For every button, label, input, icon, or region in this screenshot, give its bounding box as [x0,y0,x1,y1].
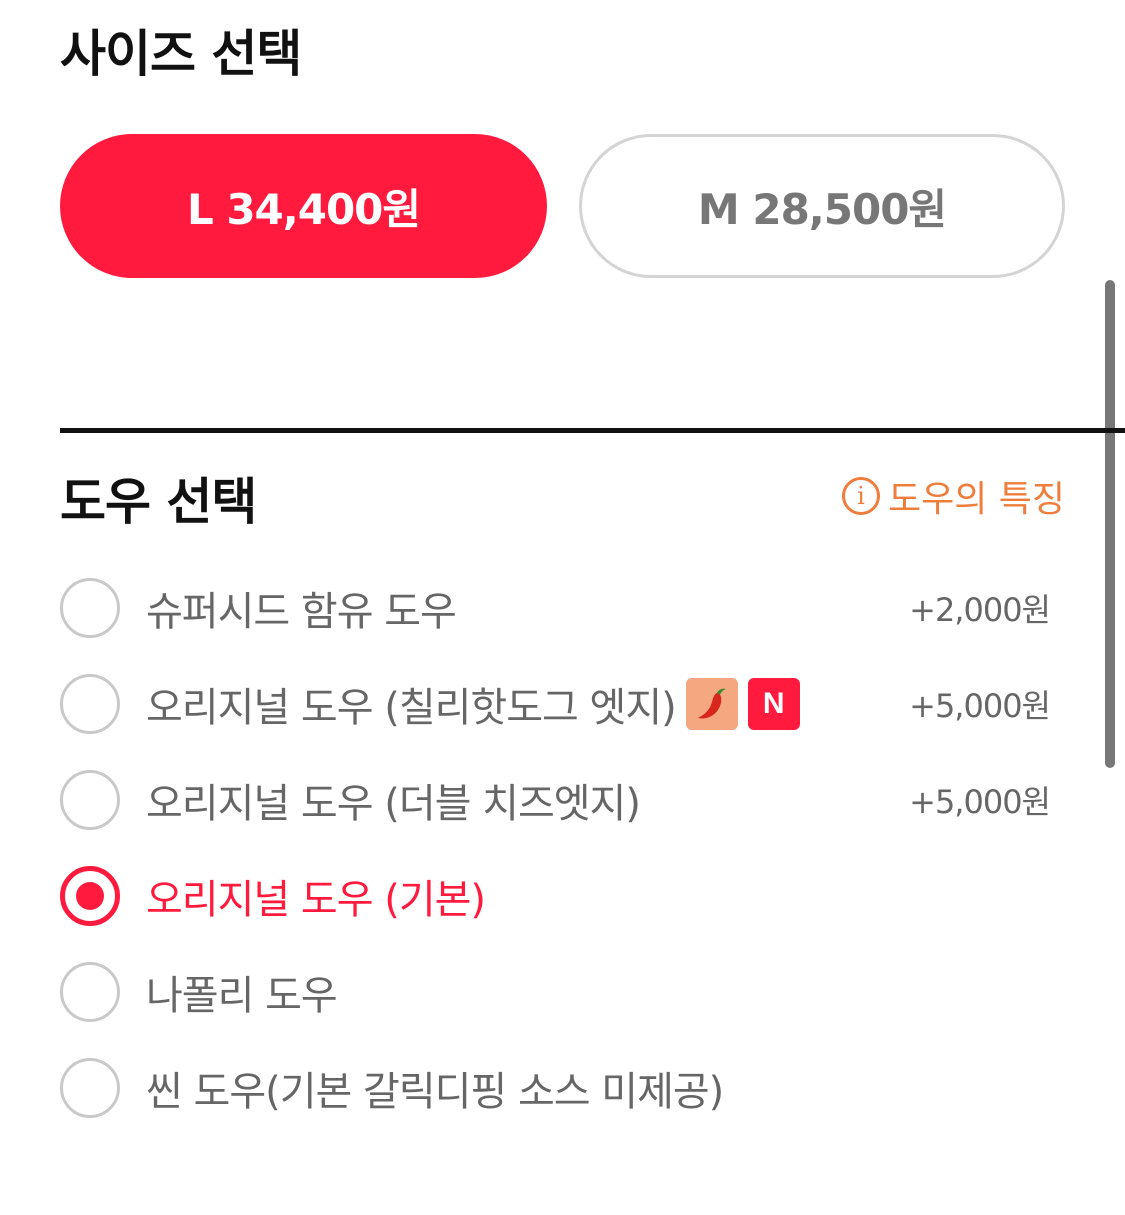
dough-option-label: 나폴리 도우 [146,973,338,1019]
radio-button-selected[interactable] [60,866,120,926]
dough-option-price: +5,000원 [909,687,1051,725]
dough-option-label: 슈퍼시드 함유 도우 [146,589,457,635]
info-icon: i [841,477,880,515]
dough-option-napoli[interactable]: 나폴리 도우 [60,944,1050,1040]
dough-option-price: +2,000원 [909,591,1051,629]
chili-pepper-icon [685,678,738,730]
dough-option-list: 슈퍼시드 함유 도우 +2,000원 오리지널 도우 (칠리핫도그 엣지) N … [60,560,1051,1136]
radio-button[interactable] [60,770,120,830]
radio-button[interactable] [60,1058,120,1118]
size-m-label: M 28,500원 [697,184,947,234]
dough-option-label: 씬 도우(기본 갈릭디핑 소스 미제공) [146,1069,724,1115]
dough-info-label: 도우의 특징 [887,479,1065,520]
dough-section-title: 도우 선택 [60,473,257,531]
dough-option-label: 오리지널 도우 (기본) [146,877,486,923]
radio-button[interactable] [60,578,120,638]
section-divider [60,428,1125,433]
radio-button[interactable] [60,962,120,1022]
dough-option-label: 오리지널 도우 (칠리핫도그 엣지) [146,685,677,731]
radio-button[interactable] [60,674,120,734]
option-page: 사이즈 선택 L 34,400원 M 28,500원 도우 선택 i 도우의 특… [0,0,1125,1215]
dough-option-double-cheese-edge[interactable]: 오리지널 도우 (더블 치즈엣지) +5,000원 [60,752,1051,848]
size-m-button[interactable]: M 28,500원 [579,134,1065,278]
size-l-label: L 34,400원 [186,184,421,234]
size-l-button[interactable]: L 34,400원 [60,134,547,278]
dough-option-label: 오리지널 도우 (더블 치즈엣지) [146,781,641,827]
dough-option-chili-hotdog-edge[interactable]: 오리지널 도우 (칠리핫도그 엣지) N +5,000원 [60,656,1051,752]
dough-option-price: +5,000원 [909,783,1051,821]
scrollbar[interactable] [1105,280,1115,768]
size-section-title: 사이즈 선택 [60,25,302,83]
dough-option-superseed[interactable]: 슈퍼시드 함유 도우 +2,000원 [60,560,1051,656]
new-badge: N [747,678,800,730]
dough-option-thin[interactable]: 씬 도우(기본 갈릭디핑 소스 미제공) [60,1040,1050,1136]
dough-info-link[interactable]: i 도우의 특징 [841,470,1065,522]
dough-option-original-basic[interactable]: 오리지널 도우 (기본) [60,848,1050,944]
